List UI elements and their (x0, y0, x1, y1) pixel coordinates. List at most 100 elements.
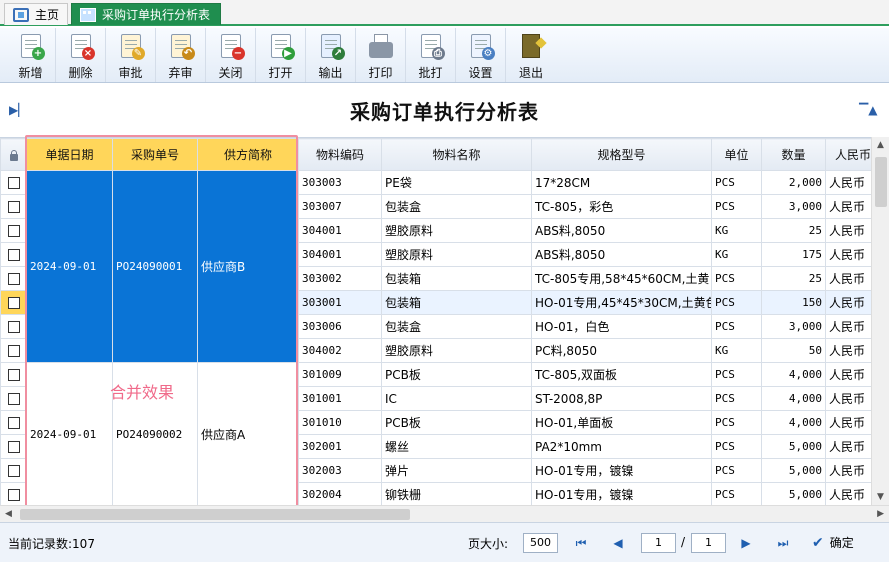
row-checkbox[interactable] (0, 242, 27, 267)
row-checkbox[interactable] (0, 290, 27, 315)
row-checkbox[interactable] (0, 218, 27, 243)
cell-material-code[interactable]: 303001 (298, 290, 382, 315)
cell-material-code[interactable]: 301009 (298, 362, 382, 387)
cell-currency[interactable]: 人民币 (825, 218, 871, 243)
cell-currency[interactable]: 人民币 (825, 266, 871, 291)
cell-spec[interactable]: HO-01,单面板 (531, 410, 712, 435)
vertical-scrollbar[interactable]: ▲ ▼ (871, 137, 889, 505)
batch-print-button[interactable]: ⎙ 批打 (406, 28, 456, 82)
col-material-name[interactable]: 物料名称 (381, 138, 532, 171)
cell-material-code[interactable]: 301001 (298, 386, 382, 411)
open-button[interactable]: ▶ 打开 (256, 28, 306, 82)
cell-spec[interactable]: HO-01专用，镀镍 (531, 482, 712, 505)
cell-unit[interactable]: PCS (711, 362, 762, 387)
col-date[interactable]: 单据日期 (26, 138, 113, 171)
cell-qty[interactable]: 4,000 (761, 386, 826, 411)
cell-material-name[interactable]: PCB板 (381, 410, 532, 435)
cell-material-code[interactable]: 302003 (298, 458, 382, 483)
cell-unit[interactable]: KG (711, 218, 762, 243)
cell-unit[interactable]: PCS (711, 170, 762, 195)
cell-qty[interactable]: 5,000 (761, 458, 826, 483)
tab-purchase-analysis[interactable]: 采购订单执行分析表 (71, 3, 221, 25)
col-spec[interactable]: 规格型号 (531, 138, 712, 171)
cell-material-name[interactable]: 塑胶原料 (381, 242, 532, 267)
row-checkbox[interactable] (0, 386, 27, 411)
cell-currency[interactable]: 人民币 (825, 338, 871, 363)
cell-qty[interactable]: 5,000 (761, 434, 826, 459)
col-qty[interactable]: 数量 (761, 138, 826, 171)
export-button[interactable]: ↗ 输出 (306, 28, 356, 82)
row-checkbox[interactable] (0, 458, 27, 483)
cell-currency[interactable]: 人民币 (825, 458, 871, 483)
row-checkbox[interactable] (0, 194, 27, 219)
cell-qty[interactable]: 4,000 (761, 410, 826, 435)
cell-material-code[interactable]: 304001 (298, 242, 382, 267)
tab-home[interactable]: 主页 (4, 3, 68, 25)
cell-material-name[interactable]: 包装盒 (381, 314, 532, 339)
cell-qty[interactable]: 150 (761, 290, 826, 315)
horizontal-scroll-thumb[interactable] (20, 509, 410, 520)
unapprove-button[interactable]: ↶ 弃审 (156, 28, 206, 82)
cell-unit[interactable]: PCS (711, 410, 762, 435)
close-button[interactable]: − 关闭 (206, 28, 256, 82)
cell-supplier[interactable]: 供应商B (197, 170, 299, 363)
exit-button[interactable]: 退出 (506, 28, 556, 82)
row-checkbox[interactable] (0, 482, 27, 505)
cell-unit[interactable]: PCS (711, 434, 762, 459)
prev-page-icon[interactable]: ◀ (610, 535, 626, 551)
col-currency[interactable]: 人民币 (825, 138, 871, 171)
cell-material-name[interactable]: 包装盒 (381, 194, 532, 219)
cell-currency[interactable]: 人民币 (825, 242, 871, 267)
cell-currency[interactable]: 人民币 (825, 482, 871, 505)
cell-unit[interactable]: PCS (711, 386, 762, 411)
collapse-header-icon[interactable]: ▔▲ (859, 103, 877, 117)
cell-material-code[interactable]: 304001 (298, 218, 382, 243)
cell-material-code[interactable]: 302004 (298, 482, 382, 505)
cell-qty[interactable]: 25 (761, 218, 826, 243)
col-material-code[interactable]: 物料编码 (298, 138, 382, 171)
cell-material-name[interactable]: PE袋 (381, 170, 532, 195)
cell-material-name[interactable]: 塑胶原料 (381, 218, 532, 243)
cell-spec[interactable]: HO-01专用，镀镍 (531, 458, 712, 483)
approve-button[interactable]: ✎ 审批 (106, 28, 156, 82)
row-checkbox[interactable] (0, 410, 27, 435)
cell-currency[interactable]: 人民币 (825, 434, 871, 459)
cell-order-no[interactable]: PO24090001 (112, 170, 198, 363)
cell-material-code[interactable]: 303006 (298, 314, 382, 339)
print-button[interactable]: 打印 (356, 28, 406, 82)
scroll-right-icon[interactable]: ▶ (877, 509, 884, 519)
table-row[interactable]: 2024-09-01 PO24090001 供应商B 303003 PE袋 17*28CM… (0, 170, 871, 363)
cell-material-code[interactable]: 301010 (298, 410, 382, 435)
row-checkbox[interactable] (0, 434, 27, 459)
cell-unit[interactable]: KG (711, 338, 762, 363)
cell-spec[interactable]: 17*28CM (531, 170, 712, 195)
cell-qty[interactable]: 50 (761, 338, 826, 363)
row-checkbox[interactable] (0, 266, 27, 291)
cell-material-name[interactable]: 包装箱 (381, 266, 532, 291)
cell-unit[interactable]: PCS (711, 266, 762, 291)
cell-qty[interactable]: 25 (761, 266, 826, 291)
new-button[interactable]: + 新增 (6, 28, 56, 82)
cell-spec[interactable]: HO-01专用,45*45*30CM,土黄色 (531, 290, 712, 315)
scroll-down-icon[interactable]: ▼ (877, 492, 884, 502)
cell-spec[interactable]: HO-01，白色 (531, 314, 712, 339)
cell-currency[interactable]: 人民币 (825, 362, 871, 387)
cell-spec[interactable]: TC-805专用,58*45*60CM,土黄 (531, 266, 712, 291)
scroll-up-icon[interactable]: ▲ (877, 140, 884, 150)
cell-material-name[interactable]: PCB板 (381, 362, 532, 387)
cell-spec[interactable]: ST-2008,8P (531, 386, 712, 411)
cell-qty[interactable]: 2,000 (761, 170, 826, 195)
cell-unit[interactable]: PCS (711, 314, 762, 339)
cell-currency[interactable]: 人民币 (825, 194, 871, 219)
row-checkbox[interactable] (0, 362, 27, 387)
cell-qty[interactable]: 4,000 (761, 362, 826, 387)
next-page-icon[interactable]: ▶ (738, 535, 754, 551)
cell-unit[interactable]: PCS (711, 482, 762, 505)
cell-date[interactable]: 2024-09-01 (26, 170, 113, 363)
cell-material-code[interactable]: 303003 (298, 170, 382, 195)
row-checkbox[interactable] (0, 170, 27, 195)
cell-material-name[interactable]: 塑胶原料 (381, 338, 532, 363)
delete-button[interactable]: × 删除 (56, 28, 106, 82)
cell-spec[interactable]: TC-805,双面板 (531, 362, 712, 387)
cell-supplier[interactable]: 供应商A (197, 362, 299, 505)
